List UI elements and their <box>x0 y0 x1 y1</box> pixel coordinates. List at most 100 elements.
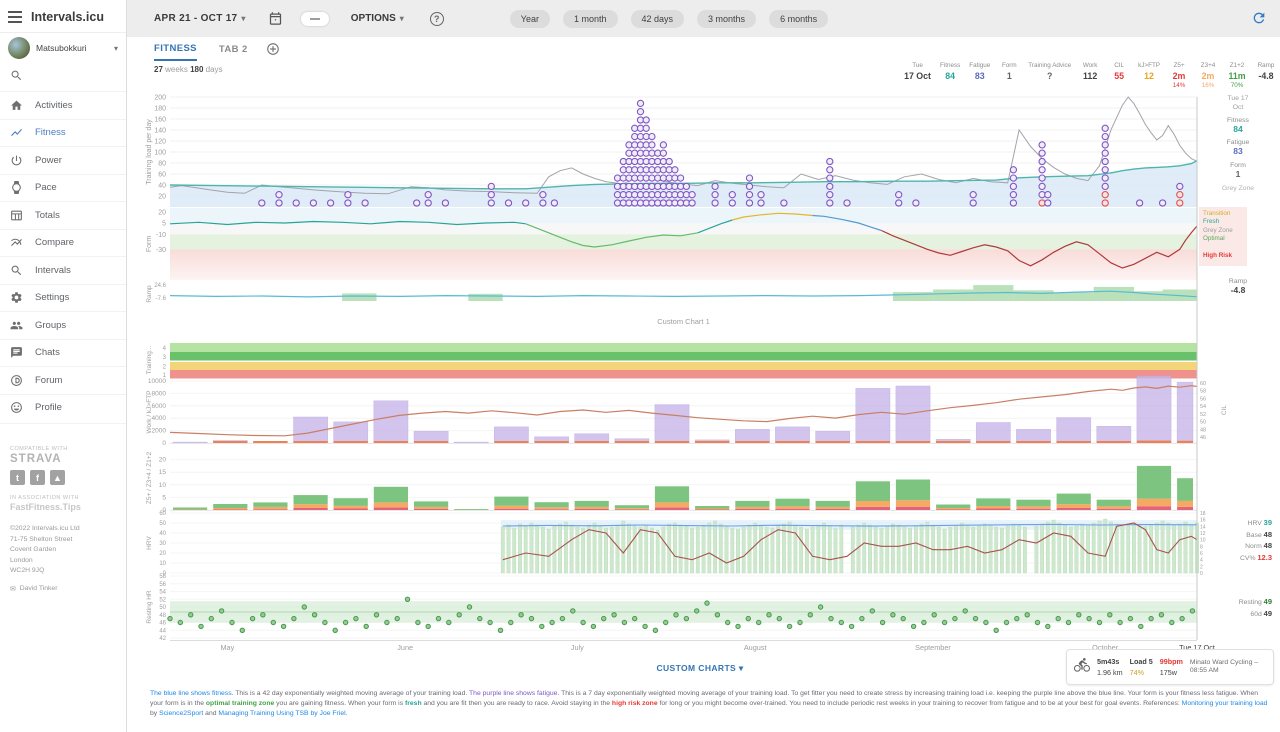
chevron-down-icon: ▾ <box>114 44 118 53</box>
readout-60d: 60d 49 <box>1198 609 1272 621</box>
sidebar-item-power[interactable]: Power <box>0 146 126 174</box>
svg-text:54: 54 <box>1200 404 1206 410</box>
period-pill-6-months[interactable]: 6 months <box>769 10 828 28</box>
activity-hr-power: 99bpm 175w <box>1160 657 1183 677</box>
sidebar-item-forum[interactable]: Forum <box>0 366 126 394</box>
footer-text-segment: for long or you might become over-traine… <box>658 700 1182 707</box>
chevron-down-icon: ▾ <box>241 14 245 23</box>
weeks-label: weeks <box>165 65 188 74</box>
profile-icon <box>10 401 23 414</box>
refresh-icon[interactable] <box>1251 10 1267 31</box>
footer-text-segment: The blue line shows fitness. <box>150 690 234 697</box>
svg-text:18: 18 <box>1200 511 1206 517</box>
twitter-icon[interactable]: t <box>10 470 25 485</box>
readout-hrv: HRV 39 <box>1198 518 1272 530</box>
footer-text-segment: high risk zone <box>612 700 658 707</box>
period-pill-42-days[interactable]: 42 days <box>631 10 685 28</box>
svg-text:2000: 2000 <box>152 428 167 435</box>
svg-text:3: 3 <box>163 355 167 361</box>
svg-text:0: 0 <box>1200 571 1203 577</box>
hrv-readouts: HRV 39Base 48Norm 48CV% 12.3 <box>1198 518 1272 564</box>
activity-duration-distance: 5m43s 1.96 km <box>1097 657 1123 677</box>
svg-text:Custom Chart 1: Custom Chart 1 <box>657 317 710 326</box>
tab-fitness[interactable]: FITNESS <box>154 37 197 61</box>
footer-link[interactable]: Monitoring your training load <box>1182 700 1268 707</box>
chat-icon <box>10 346 23 359</box>
footer-text-segment: and <box>203 710 218 717</box>
svg-text:Z5+ / Z3+4 / Z1+2: Z5+ / Z3+4 / Z1+2 <box>146 452 153 505</box>
stat-fitness: Fitness84 <box>940 62 960 81</box>
sidebar: Intervals.icu Matsubokkuri ▾ ActivitiesF… <box>0 0 127 732</box>
sidebar-item-profile[interactable]: Profile <box>0 394 126 422</box>
svg-text:58: 58 <box>1200 389 1206 395</box>
zone-label-optimal: Optimal <box>1203 235 1243 243</box>
readout-base: Base 48 <box>1198 530 1272 542</box>
svg-text:Form: Form <box>146 236 153 253</box>
help-icon[interactable]: ? <box>430 12 444 26</box>
svg-text:10: 10 <box>159 482 167 489</box>
sidebar-item-intervals[interactable]: Intervals <box>0 256 126 284</box>
svg-text:2: 2 <box>163 365 167 371</box>
author-name: David Tinker <box>20 585 58 592</box>
footer-text-segment: fresh <box>405 700 422 707</box>
stat-work: Work112 <box>1080 62 1100 81</box>
svg-text:2: 2 <box>1200 564 1203 570</box>
footer-link[interactable]: Managing Training Using TSB by Joe Friel <box>218 710 345 717</box>
svg-text:20: 20 <box>158 194 166 201</box>
menu-icon[interactable] <box>8 11 22 23</box>
forum-icon <box>10 374 23 387</box>
svg-text:Ramp: Ramp <box>146 285 153 303</box>
custom-charts-button[interactable]: CUSTOM CHARTS ▾ <box>590 663 810 674</box>
footer-link[interactable]: Science2Sport <box>159 710 203 717</box>
address-line-2: Covent Garden <box>10 545 116 556</box>
power-icon <box>10 154 23 167</box>
email-icon: ✉ <box>10 585 16 593</box>
options-button[interactable]: OPTIONS ▾ <box>351 13 404 24</box>
fastfitness-link[interactable]: FastFitness.Tips <box>10 502 116 512</box>
strava-icon[interactable]: ▲ <box>50 470 65 485</box>
options-label: OPTIONS <box>351 13 396 24</box>
scroll-toggle[interactable] <box>301 12 329 26</box>
add-tab-icon[interactable] <box>266 42 280 56</box>
sidebar-item-pace[interactable]: Pace <box>0 174 126 202</box>
period-pill-3-months[interactable]: 3 months <box>697 10 756 28</box>
user-menu[interactable]: Matsubokkuri ▾ <box>0 32 126 63</box>
date-range-selector[interactable]: APR 21 - OCT 17 ▾ <box>154 13 246 24</box>
facebook-icon[interactable]: f <box>30 470 45 485</box>
calendar-icon[interactable] <box>268 11 283 26</box>
svg-text:10000: 10000 <box>148 378 166 385</box>
sidebar-item-settings[interactable]: Settings <box>0 284 126 312</box>
svg-text:15: 15 <box>159 469 167 476</box>
bike-icon <box>1074 657 1090 678</box>
sidebar-header: Intervals.icu <box>0 0 126 32</box>
month-label: July <box>547 643 607 652</box>
address-line-3: London <box>10 556 116 567</box>
tab-2[interactable]: TAB 2 <box>219 37 248 61</box>
svg-text:58: 58 <box>159 574 166 580</box>
gear-icon <box>10 291 23 304</box>
stat-z3-4: Z3+42m16% <box>1198 62 1218 89</box>
activity-card[interactable]: 5m43s 1.96 km Load 5 74% 99bpm 175w Mina… <box>1066 649 1274 685</box>
search-icon[interactable] <box>0 63 126 91</box>
svg-text:20: 20 <box>159 551 166 557</box>
svg-text:50: 50 <box>1200 420 1206 426</box>
svg-text:100: 100 <box>154 150 166 157</box>
svg-text:50: 50 <box>159 521 166 527</box>
stats-header-row: Tue17 OctFitness84Fatigue83Form1Training… <box>904 62 1276 89</box>
sidebar-item-fitness[interactable]: Fitness <box>0 119 126 147</box>
sidebar-item-chats[interactable]: Chats <box>0 339 126 367</box>
sidebar-item-totals[interactable]: Totals <box>0 201 126 229</box>
footer-text-segment: optimal training zone <box>206 700 274 707</box>
svg-text:54: 54 <box>159 590 166 596</box>
sidebar-item-compare[interactable]: Compare <box>0 229 126 257</box>
svg-text:200: 200 <box>154 95 166 102</box>
sidebar-item-label: Settings <box>35 292 69 303</box>
sidebar-item-activities[interactable]: Activities <box>0 91 126 119</box>
controls-bar: APR 21 - OCT 17 ▾ OPTIONS ▾ ? Year 1 mont… <box>127 0 1280 37</box>
period-pill-year[interactable]: Year <box>510 10 550 28</box>
svg-text:6000: 6000 <box>152 403 167 410</box>
footer-text-segment: by <box>150 710 159 717</box>
period-pills: Year 1 month 42 days 3 months 6 months <box>510 10 828 28</box>
sidebar-item-groups[interactable]: Groups <box>0 311 126 339</box>
period-pill-1-month[interactable]: 1 month <box>563 10 618 28</box>
